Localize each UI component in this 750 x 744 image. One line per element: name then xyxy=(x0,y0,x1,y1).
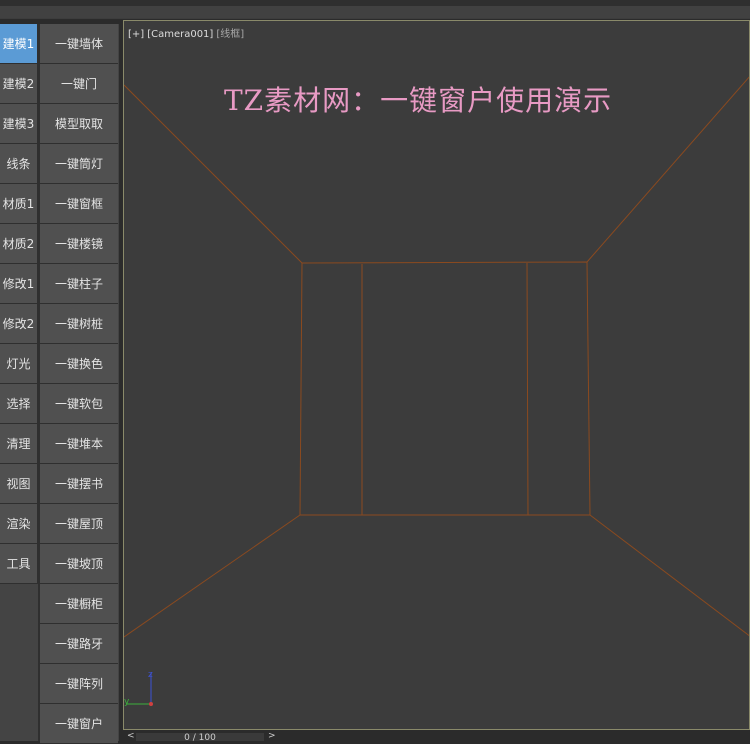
action-button[interactable]: 一键树桩 xyxy=(40,304,118,344)
category-tab[interactable]: 工具 xyxy=(0,544,38,584)
action-button[interactable]: 一键窗户 xyxy=(40,704,118,744)
category-tab[interactable]: 线条 xyxy=(0,144,38,184)
wire-edge-bottom-left xyxy=(124,514,301,638)
action-button[interactable]: 一键阵列 xyxy=(40,664,118,704)
action-button[interactable]: 一键橱柜 xyxy=(40,584,118,624)
action-button[interactable]: 一键墙体 xyxy=(40,24,118,64)
category-tab[interactable]: 清理 xyxy=(0,424,38,464)
category-tab[interactable]: 材质1 xyxy=(0,184,38,224)
category-tab[interactable]: 修改2 xyxy=(0,304,38,344)
time-slider[interactable]: 0 / 100 xyxy=(136,733,264,741)
action-button[interactable]: 一键楼镜 xyxy=(40,224,118,264)
category-tab[interactable]: 灯光 xyxy=(0,344,38,384)
toolbar-strip xyxy=(0,6,750,18)
axis-y-label: y xyxy=(124,697,130,707)
category-tab[interactable]: 修改1 xyxy=(0,264,38,304)
timeline-next-button[interactable]: > xyxy=(268,731,276,741)
action-button[interactable]: 一键坡顶 xyxy=(40,544,118,584)
action-button[interactable]: 一键软包 xyxy=(40,384,118,424)
action-button[interactable]: 一键柱子 xyxy=(40,264,118,304)
action-button[interactable]: 一键路牙 xyxy=(40,624,118,664)
category-tab[interactable]: 材质2 xyxy=(0,224,38,264)
action-button[interactable]: 一键窗框 xyxy=(40,184,118,224)
camera-viewport[interactable]: [+] [Camera001] [线框] z y TZ素材网：一键窗户使用演示 xyxy=(123,20,750,730)
demo-title: TZ素材网：一键窗户使用演示 xyxy=(224,84,613,117)
category-tabs: 建模1 建模2 建模3 线条 材质1 材质2 修改1 修改2 灯光 选择 清理 视图 渲染 工具 xyxy=(0,24,38,584)
action-button[interactable]: 一键换色 xyxy=(40,344,118,384)
category-tab[interactable]: 选择 xyxy=(0,384,38,424)
wireframe-scene: z y xyxy=(124,76,749,707)
action-button[interactable]: 一键堆本 xyxy=(40,424,118,464)
category-tab[interactable]: 视图 xyxy=(0,464,38,504)
frame-counter: 0 / 100 xyxy=(184,733,216,741)
wire-window-right xyxy=(526,262,529,516)
action-button[interactable]: 一键筒灯 xyxy=(40,144,118,184)
action-button[interactable]: 一键摆书 xyxy=(40,464,118,504)
category-tab[interactable]: 建模2 xyxy=(0,64,38,104)
timeline-prev-button[interactable]: < xyxy=(127,731,135,741)
axis-origin xyxy=(149,702,153,706)
tool-panel: 建模1 建模2 建模3 线条 材质1 材质2 修改1 修改2 灯光 选择 清理 视图 渲染 工具 一键墙体… xyxy=(0,24,119,744)
action-button[interactable]: 一键门 xyxy=(40,64,118,104)
action-button[interactable]: 一键屋顶 xyxy=(40,504,118,544)
action-button[interactable]: 模型取取 xyxy=(40,104,118,144)
wire-back-wall xyxy=(299,261,591,516)
axis-z-label: z xyxy=(148,670,153,680)
action-buttons: 一键墙体 一键门 模型取取 一键筒灯 一键窗框 一键楼镜 一键柱子 一键树桩 一键换色 一键软包一… xyxy=(40,24,118,744)
wire-edge-bottom-right xyxy=(589,514,749,637)
category-tab[interactable]: 渲染 xyxy=(0,504,38,544)
category-tab[interactable]: 建模1 xyxy=(0,24,38,64)
category-tab[interactable]: 建模3 xyxy=(0,104,38,144)
